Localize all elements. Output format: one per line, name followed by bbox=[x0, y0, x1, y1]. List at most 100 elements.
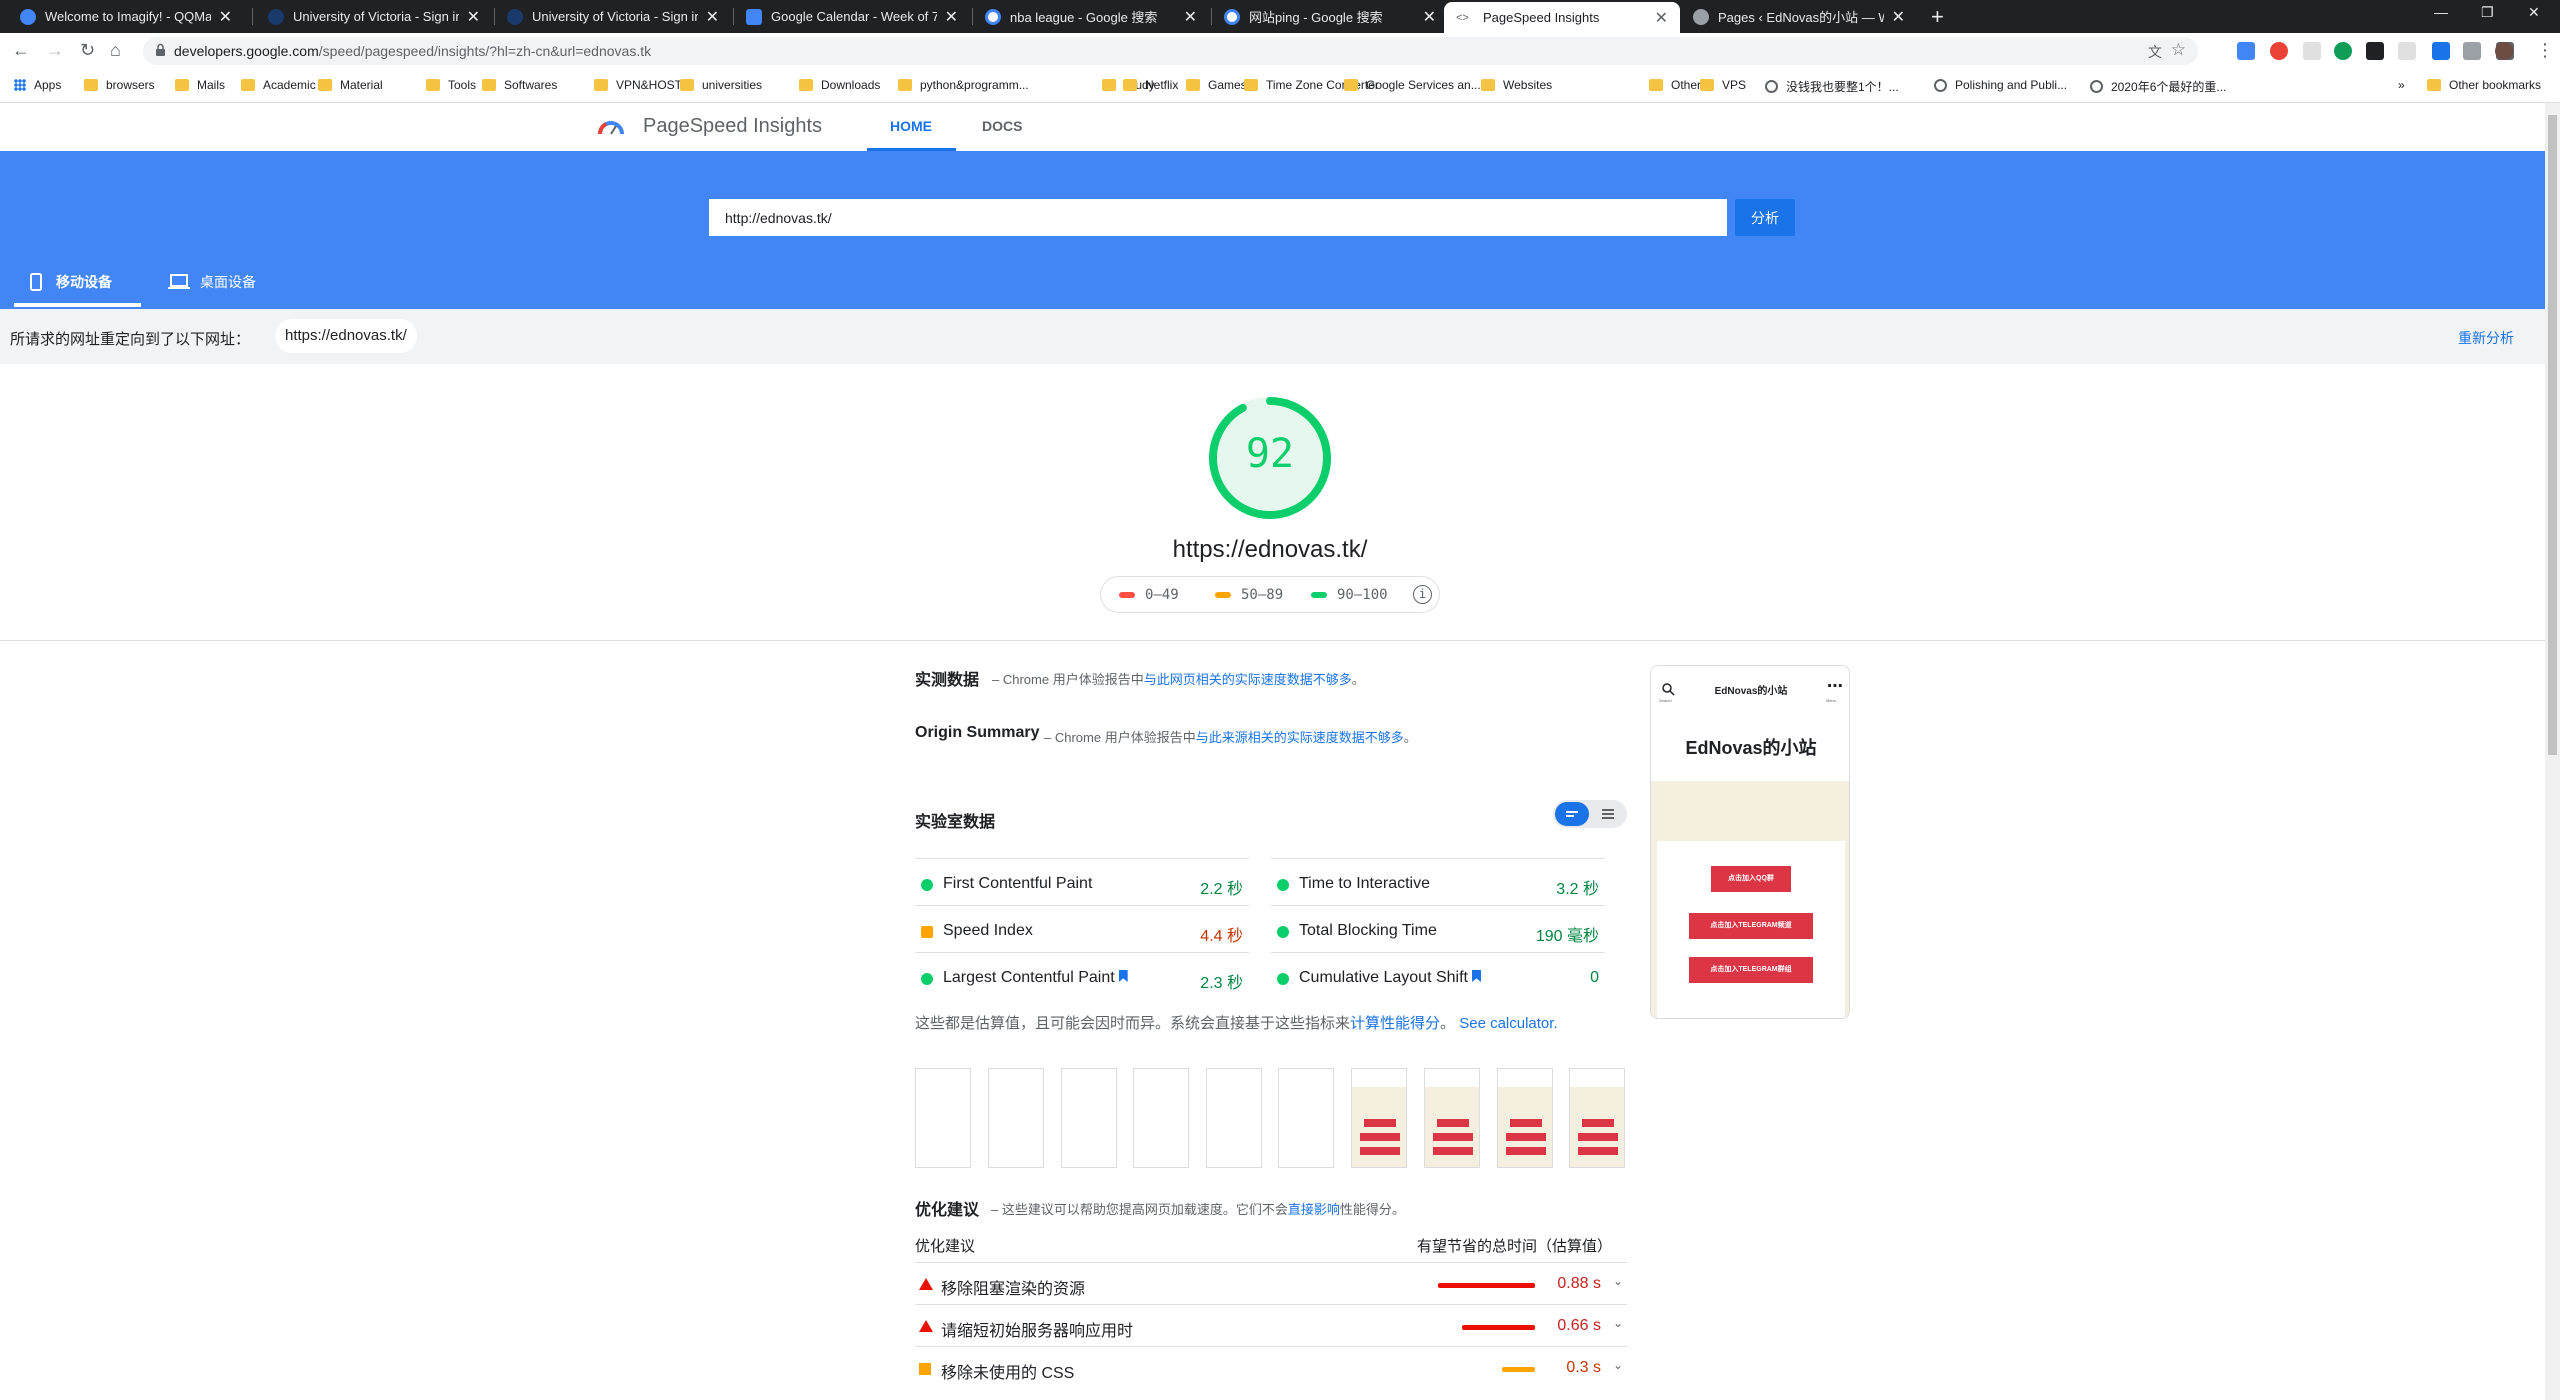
bookmark-folder[interactable]: browsers bbox=[84, 78, 155, 92]
opportunity-row[interactable]: 移除阻塞渲染的资源 0.88 s ⌄ bbox=[915, 1262, 1627, 1304]
url-input[interactable] bbox=[709, 199, 1727, 236]
address-bar[interactable]: developers.google.com/speed/pagespeed/in… bbox=[143, 37, 2198, 65]
translate-icon[interactable]: 文 bbox=[2148, 42, 2162, 62]
close-tab-icon[interactable]: ✕ bbox=[467, 7, 480, 27]
extension-icon[interactable] bbox=[2366, 42, 2384, 60]
extension-icon[interactable] bbox=[2237, 42, 2255, 60]
browser-tab[interactable]: University of Victoria - Sign in Se ✕ bbox=[495, 0, 731, 33]
browser-tab[interactable]: University of Victoria - Sign in Se ✕ bbox=[256, 0, 492, 33]
tab-desktop[interactable]: 桌面设备 bbox=[168, 272, 256, 292]
restore-icon[interactable]: ❐ bbox=[2481, 4, 2494, 21]
bookmark-item[interactable]: 2020年6个最好的重... bbox=[2090, 78, 2226, 95]
bookmark-folder[interactable]: Academic bbox=[241, 78, 316, 92]
bookmarks-overflow-icon[interactable]: » bbox=[2398, 78, 2405, 92]
savings-bar bbox=[1438, 1283, 1535, 1288]
bookmark-item[interactable]: 没钱我也要整1个！... bbox=[1765, 78, 1899, 95]
adblock-icon[interactable] bbox=[2270, 42, 2288, 60]
opportunities-col-right: 有望节省的总时间（估算值） bbox=[1417, 1238, 1613, 1255]
code-favicon-icon: <> bbox=[1456, 11, 1469, 24]
bookmark-folder[interactable]: universities bbox=[680, 78, 762, 92]
analyze-button[interactable]: 分析 bbox=[1735, 199, 1795, 236]
bookmark-folder[interactable]: Mails bbox=[175, 78, 225, 92]
metric-pass-indicator bbox=[1277, 926, 1289, 938]
bookmark-item[interactable]: Apps bbox=[14, 78, 61, 92]
mobile-icon bbox=[30, 273, 42, 291]
bookmark-folder[interactable]: Websites bbox=[1481, 78, 1552, 92]
bookmark-folder[interactable]: Google Services an... bbox=[1344, 78, 1481, 92]
estimate-note: 这些都是估算值，且可能会因时而异。系统会直接基于这些指标来计算性能得分。 See… bbox=[915, 1015, 1558, 1032]
lab-data-title: 实验室数据 bbox=[915, 814, 996, 831]
preview-button: 点击加入QQ群 bbox=[1711, 866, 1791, 892]
bookmark-folder[interactable]: VPS bbox=[1700, 78, 1746, 92]
extension-icon[interactable] bbox=[2432, 42, 2450, 60]
close-tab-icon[interactable]: ✕ bbox=[1892, 7, 1905, 27]
opportunity-row[interactable]: 请缩短初始服务器响应用时 0.66 s ⌄ bbox=[915, 1304, 1627, 1346]
metric-row: Speed Index 4.4 秒 bbox=[915, 905, 1249, 952]
opportunity-row[interactable]: 移除未使用的 CSS 0.3 s ⌄ bbox=[915, 1346, 1627, 1388]
bookmark-folder[interactable]: Downloads bbox=[799, 78, 880, 92]
score-calc-link[interactable]: 计算性能得分 bbox=[1350, 1015, 1440, 1032]
see-calculator-link[interactable]: See calculator. bbox=[1459, 1015, 1557, 1032]
bookmark-star-icon[interactable]: ☆ bbox=[2171, 40, 2186, 60]
extension-icon[interactable] bbox=[2334, 42, 2352, 60]
bookmark-label: universities bbox=[702, 78, 763, 92]
browser-tab[interactable]: nba league - Google 搜索 ✕ bbox=[973, 0, 1209, 33]
extension-icon[interactable] bbox=[2463, 42, 2481, 60]
minimize-icon[interactable]: — bbox=[2434, 4, 2448, 20]
browser-tab[interactable]: Google Calendar - Week of 7 De ✕ bbox=[734, 0, 970, 33]
field-data-link[interactable]: 与此网页相关的实际速度数据不够多 bbox=[1144, 672, 1352, 687]
back-icon[interactable]: ← bbox=[12, 40, 30, 61]
origin-summary-link[interactable]: 与此来源相关的实际速度数据不够多 bbox=[1196, 730, 1404, 745]
metric-row: Time to Interactive 3.2 秒 bbox=[1271, 858, 1605, 905]
window-close-icon[interactable]: ✕ bbox=[2528, 4, 2540, 21]
bookmark-folder[interactable]: python&programm... bbox=[898, 78, 1029, 92]
bookmark-label: python&programm... bbox=[920, 78, 1029, 92]
bookmark-folder[interactable]: Netflix bbox=[1123, 78, 1178, 92]
home-icon[interactable]: ⌂ bbox=[110, 40, 121, 61]
nav-tab-home[interactable]: HOME bbox=[890, 118, 932, 134]
tab-mobile[interactable]: 移动设备 bbox=[30, 272, 112, 292]
close-tab-icon[interactable]: ✕ bbox=[1184, 7, 1197, 27]
browser-tab[interactable]: Pages ‹ EdNovas的小站 — Word ✕ bbox=[1681, 0, 1917, 33]
direct-impact-link[interactable]: 直接影响 bbox=[1288, 1202, 1340, 1217]
folder-icon bbox=[2427, 79, 2441, 91]
close-tab-icon[interactable]: ✕ bbox=[219, 7, 232, 27]
close-tab-icon[interactable]: ✕ bbox=[1423, 7, 1436, 27]
forward-icon[interactable]: → bbox=[46, 40, 64, 61]
browser-tab-active[interactable]: <> PageSpeed Insights ✕ bbox=[1444, 2, 1680, 33]
chevron-down-icon[interactable]: ⌄ bbox=[1613, 1316, 1623, 1330]
bookmark-folder[interactable]: Others bbox=[1649, 78, 1707, 92]
extension-icon[interactable] bbox=[2398, 42, 2416, 60]
reload-icon[interactable]: ↻ bbox=[80, 40, 95, 61]
new-tab-button[interactable]: + bbox=[1931, 4, 1944, 30]
bookmark-folder[interactable]: Softwares bbox=[482, 78, 557, 92]
reanalyze-link[interactable]: 重新分析 bbox=[2458, 328, 2514, 348]
scrollbar-thumb[interactable] bbox=[2548, 115, 2557, 755]
close-tab-icon[interactable]: ✕ bbox=[1655, 8, 1668, 28]
other-bookmarks[interactable]: Other bookmarks bbox=[2427, 78, 2541, 92]
extension-icon[interactable] bbox=[2303, 42, 2321, 60]
menu-kebab-icon[interactable]: ⋮ bbox=[2536, 40, 2554, 61]
close-tab-icon[interactable]: ✕ bbox=[945, 7, 958, 27]
close-tab-icon[interactable]: ✕ bbox=[706, 7, 719, 27]
bookmark-folder[interactable]: Games bbox=[1186, 78, 1247, 92]
info-icon[interactable]: i bbox=[1413, 585, 1432, 604]
expanded-view-icon[interactable] bbox=[1591, 802, 1625, 826]
tab-title: Welcome to Imagify! - QQMail bbox=[45, 9, 211, 24]
browser-tab[interactable]: Welcome to Imagify! - QQMail ✕ bbox=[8, 0, 244, 33]
chevron-down-icon[interactable]: ⌄ bbox=[1613, 1358, 1623, 1372]
profile-avatar[interactable] bbox=[2495, 42, 2513, 60]
folder-icon bbox=[1123, 79, 1137, 91]
bookmark-label: Academic bbox=[263, 78, 316, 92]
origin-summary-title: Origin Summary bbox=[915, 724, 1040, 741]
bookmark-folder[interactable]: VPN&HOST bbox=[594, 78, 682, 92]
chevron-down-icon[interactable]: ⌄ bbox=[1613, 1274, 1623, 1288]
bookmark-item[interactable]: Polishing and Publi... bbox=[1934, 78, 2067, 92]
bookmark-folder[interactable]: Tools bbox=[426, 78, 476, 92]
nav-tab-docs[interactable]: DOCS bbox=[982, 118, 1022, 134]
toggle-compact[interactable] bbox=[1555, 802, 1589, 826]
metrics-view-toggle[interactable] bbox=[1553, 800, 1627, 828]
bookmark-folder[interactable]: Material bbox=[318, 78, 383, 92]
bookmark-label: Google Services an... bbox=[1366, 78, 1481, 92]
browser-tab[interactable]: 网站ping - Google 搜索 ✕ bbox=[1212, 0, 1448, 33]
